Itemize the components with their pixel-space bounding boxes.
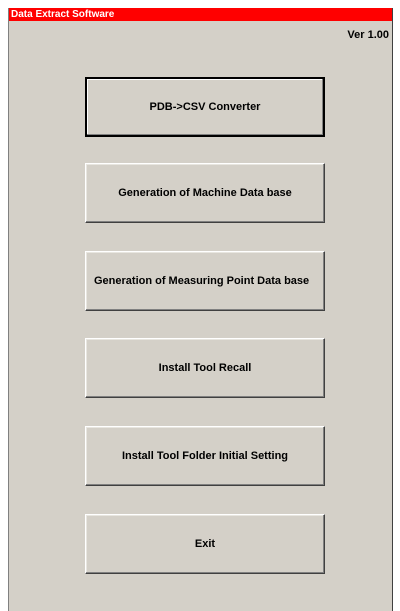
window-title: Data Extract Software xyxy=(9,8,392,21)
exit-button[interactable]: Exit xyxy=(85,514,325,574)
main-window: Data Extract Software Ver 1.00 PDB->CSV … xyxy=(8,8,393,611)
install-tool-recall-button[interactable]: Install Tool Recall xyxy=(85,338,325,398)
pdb-csv-converter-button[interactable]: PDB->CSV Converter xyxy=(85,77,325,137)
install-tool-folder-initial-setting-button[interactable]: Install Tool Folder Initial Setting xyxy=(85,426,325,486)
generate-machine-database-button[interactable]: Generation of Machine Data base xyxy=(85,163,325,223)
version-label: Ver 1.00 xyxy=(347,29,389,41)
generate-measuring-point-database-button[interactable]: Generation of Measuring Point Data base xyxy=(85,251,325,311)
